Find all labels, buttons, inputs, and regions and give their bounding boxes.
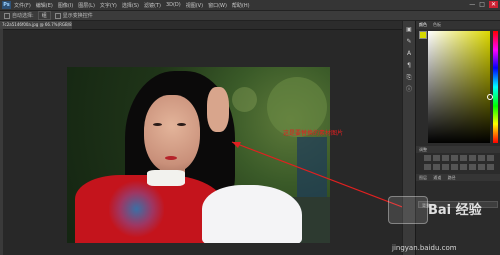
show-transform-checkbox[interactable]	[54, 12, 61, 19]
hue-slider[interactable]	[493, 31, 498, 143]
tab-paths[interactable]: 路径	[448, 175, 456, 180]
photoshop-logo: Ps	[2, 1, 11, 9]
options-bar: 自动选择: 组 显示变换控件	[0, 11, 500, 21]
color-lookup-icon	[442, 163, 449, 170]
tools-panel	[0, 29, 3, 255]
info-icon[interactable]: ⓘ	[406, 87, 412, 93]
minimize-button[interactable]: —	[469, 1, 475, 8]
menu-edit[interactable]: 编辑(E)	[36, 2, 53, 9]
tab-swatches[interactable]: 色板	[433, 22, 441, 28]
character-icon[interactable]: A	[406, 51, 412, 57]
menu-bar: Ps 文件(F) 编辑(E) 图像(I) 图层(L) 文字(Y) 选择(S) 滤…	[0, 0, 500, 11]
clone-source-icon[interactable]: ⎘	[406, 75, 412, 81]
document-tab-bar: 7c2a5146f00a.jpg @ 66.7%(RGB/8)	[0, 21, 402, 30]
adjustments-header: 调整	[416, 146, 500, 153]
photo-filter-icon	[424, 163, 431, 170]
left-eye	[153, 123, 162, 126]
background-bokeh-small	[232, 87, 257, 112]
watermark-url: jingyan.baidu.com	[392, 244, 457, 252]
document-tab[interactable]: 7c2a5146f00a.jpg @ 66.7%(RGB/8)	[0, 21, 72, 29]
history-icon[interactable]: ▣	[406, 27, 412, 33]
menu-window[interactable]: 窗口(W)	[208, 2, 227, 9]
layers-panel-header: 图层 通道 路径	[416, 174, 500, 181]
paragraph-icon[interactable]: ¶	[406, 63, 412, 69]
menu-filter[interactable]: 滤镜(T)	[144, 2, 161, 9]
color-picker-field[interactable]	[428, 31, 490, 143]
tab-color[interactable]: 颜色	[419, 22, 427, 28]
tab-channels[interactable]: 通道	[433, 175, 441, 180]
foreground-color-swatch[interactable]	[419, 31, 427, 39]
baidu-watermark: Bai 经验	[388, 196, 482, 224]
levels-icon	[433, 155, 440, 161]
auto-select-option[interactable]: 自动选择:	[4, 12, 34, 19]
menu-3d[interactable]: 3D(D)	[166, 2, 181, 8]
paw-logo-icon	[388, 196, 428, 224]
embroidery	[109, 179, 164, 239]
white-collar	[147, 170, 185, 186]
hue-saturation-icon	[469, 155, 476, 161]
exposure-icon	[451, 155, 458, 161]
window-controls: — □ ✕	[469, 1, 498, 8]
black-white-icon	[487, 155, 494, 161]
annotation-label: 这是要替换的素材图片	[283, 130, 344, 137]
canvas-image[interactable]	[67, 67, 330, 243]
close-button[interactable]: ✕	[488, 1, 498, 8]
layer-group-dropdown[interactable]: 组	[37, 11, 51, 20]
maximize-button[interactable]: □	[479, 1, 485, 8]
lips	[165, 156, 177, 160]
show-transform-label: 显示变换控件	[62, 13, 93, 19]
curves-icon	[442, 155, 449, 161]
tab-layers[interactable]: 图层	[419, 175, 427, 180]
watermark-brand: Bai 经验	[428, 203, 482, 218]
invert-icon	[451, 163, 458, 170]
channel-mixer-icon	[433, 163, 440, 170]
face	[144, 95, 200, 173]
auto-select-checkbox[interactable]	[4, 12, 10, 19]
gradient-map-icon	[487, 163, 494, 170]
adjustments-icons[interactable]	[424, 155, 494, 171]
color-swatches[interactable]	[419, 31, 427, 39]
show-transform-option[interactable]: 显示变换控件	[54, 12, 93, 19]
white-sleeve	[202, 185, 302, 243]
menu-view[interactable]: 视图(V)	[186, 2, 203, 9]
menu-select[interactable]: 选择(S)	[122, 2, 139, 9]
brush-icon[interactable]: ✎	[406, 39, 412, 45]
hand	[207, 87, 229, 132]
menu-help[interactable]: 帮助(H)	[232, 2, 250, 9]
auto-select-label: 自动选择:	[12, 13, 34, 19]
threshold-icon	[469, 163, 476, 170]
brightness-icon	[424, 155, 431, 161]
menu-type[interactable]: 文字(Y)	[100, 2, 117, 9]
right-eye	[177, 123, 186, 126]
menu-image[interactable]: 图像(I)	[58, 2, 73, 9]
color-balance-icon	[478, 155, 485, 161]
color-panel-tabs: 颜色 色板	[416, 21, 500, 29]
posterize-icon	[460, 163, 467, 170]
menu-file[interactable]: 文件(F)	[14, 2, 31, 9]
selective-color-icon	[478, 163, 485, 170]
vibrance-icon	[460, 155, 467, 161]
menu-layer[interactable]: 图层(L)	[78, 2, 95, 9]
